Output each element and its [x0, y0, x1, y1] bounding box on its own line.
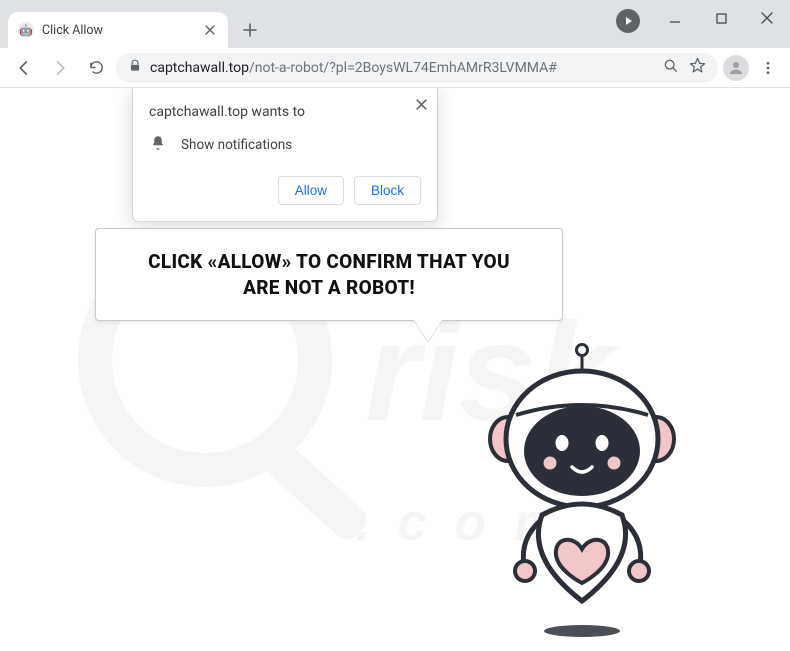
close-icon — [205, 25, 215, 35]
permission-block-button[interactable]: Block — [354, 176, 421, 205]
permission-allow-button[interactable]: Allow — [278, 176, 344, 205]
notification-permission-popup: captchawall.top wants to Show notificati… — [132, 88, 438, 222]
browser-toolbar: captchawall.top/not-a-robot/?pl=2BoysWL7… — [0, 48, 790, 88]
menu-button[interactable] — [754, 54, 782, 82]
robot-image — [470, 343, 695, 647]
bell-icon — [149, 134, 167, 156]
minimize-icon — [669, 12, 681, 24]
close-icon — [416, 99, 427, 110]
titlebar: 🤖 Click Allow — [0, 0, 790, 48]
arrow-left-icon — [15, 59, 33, 77]
bubble-tail — [414, 320, 442, 342]
permission-origin-text: captchawall.top wants to — [149, 104, 421, 120]
permission-close-button[interactable] — [416, 98, 427, 114]
avatar-icon — [723, 55, 749, 81]
plus-icon — [243, 23, 257, 37]
arrow-right-icon — [51, 59, 69, 77]
nav-back-button[interactable] — [8, 52, 40, 84]
bubble-text: CLICK «ALLOW» TO CONFIRM THAT YOU ARE NO… — [112, 249, 546, 300]
nav-reload-button[interactable] — [80, 52, 112, 84]
window-minimize-button[interactable] — [652, 0, 698, 36]
address-bar[interactable]: captchawall.top/not-a-robot/?pl=2BoysWL7… — [116, 53, 718, 83]
lock-icon — [128, 59, 142, 77]
new-tab-button[interactable] — [236, 16, 264, 44]
maximize-icon — [716, 13, 727, 24]
bookmark-star-button[interactable] — [689, 57, 706, 78]
window-maximize-button[interactable] — [698, 0, 744, 36]
window-controls — [652, 0, 790, 36]
browser-tab[interactable]: 🤖 Click Allow — [8, 12, 228, 48]
nav-forward-button — [44, 52, 76, 84]
bubble-line1: CLICK «ALLOW» TO CONFIRM THAT YOU — [148, 250, 510, 273]
tab-title: Click Allow — [42, 23, 202, 38]
search-icon[interactable] — [663, 58, 679, 78]
url-path: /not-a-robot/?pl=2BoysWL74EmhAMrR3LVMMA# — [249, 60, 557, 76]
window-close-button[interactable] — [744, 0, 790, 36]
media-control-chip[interactable] — [616, 9, 640, 33]
page-content: risk .com captchawall.top wants to Show … — [0, 88, 790, 651]
kebab-icon — [760, 60, 776, 76]
tab-close-button[interactable] — [202, 22, 218, 38]
speech-bubble: CLICK «ALLOW» TO CONFIRM THAT YOU ARE NO… — [95, 228, 563, 321]
url-host: captchawall.top — [150, 60, 249, 76]
permission-label: Show notifications — [181, 137, 292, 153]
reload-icon — [88, 59, 105, 76]
close-icon — [761, 12, 773, 24]
profile-avatar-button[interactable] — [722, 54, 750, 82]
tab-favicon: 🤖 — [18, 22, 34, 38]
bubble-line2: ARE NOT A ROBOT! — [243, 276, 415, 299]
